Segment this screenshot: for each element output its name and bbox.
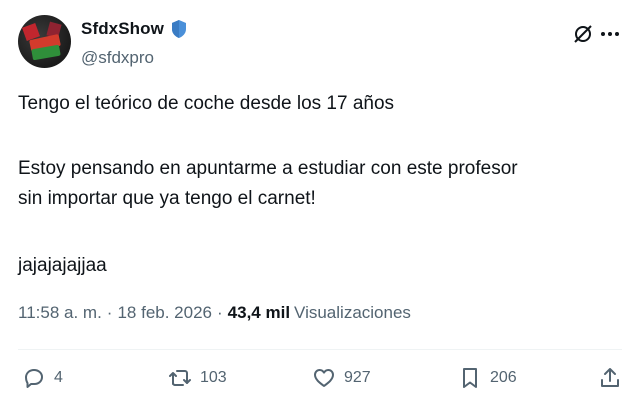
reply-icon (25, 369, 43, 388)
like-button[interactable]: 927 (312, 366, 371, 390)
tweet-paragraph: Tengo el teórico de coche desde los 17 a… (18, 93, 395, 114)
author-display-name[interactable]: SfdxShow (81, 19, 164, 39)
retweet-button[interactable]: 103 (168, 366, 227, 390)
meta-separator: · (217, 303, 223, 322)
tweet-paragraph: Estoy pensando en apuntarme a estudiar c… (18, 158, 518, 179)
tweet-paragraph: jajajajajjaa (18, 255, 107, 276)
meta-separator: · (106, 303, 113, 322)
verified-shield-icon[interactable] (170, 19, 188, 39)
tweet-meta: 11:58 a. m. · 18 feb. 2026 · 43,4 mil Vi… (18, 303, 411, 323)
like-count: 927 (344, 369, 371, 386)
grok-icon[interactable] (572, 23, 594, 45)
bookmark-icon (463, 368, 477, 388)
avatar[interactable] (18, 15, 71, 68)
reply-count: 4 (54, 369, 63, 386)
views-label: Visualizaciones (294, 303, 411, 322)
author-handle[interactable]: @sfdxpro (81, 48, 154, 68)
share-icon (601, 368, 619, 387)
bookmark-count: 206 (490, 369, 517, 386)
tweet-paragraph: sin importar que ya tengo el carnet! (18, 188, 316, 209)
bookmark-button[interactable]: 206 (458, 366, 517, 390)
views-count[interactable]: 43,4 mil (228, 303, 290, 323)
heart-icon (314, 369, 334, 387)
tweet-header: SfdxShow @sfdxpro (18, 15, 622, 71)
author-name-row: SfdxShow (81, 19, 188, 39)
retweet-count: 103 (200, 369, 227, 386)
share-button[interactable] (598, 366, 622, 390)
tweet-date[interactable]: 18 feb. 2026 (117, 303, 212, 323)
divider (18, 349, 622, 350)
tweet-time[interactable]: 11:58 a. m. (18, 303, 102, 323)
retweet-icon (169, 370, 191, 386)
tweet-actions: 4 103 927 206 (18, 366, 622, 396)
more-options-icon[interactable] (598, 23, 622, 45)
reply-button[interactable]: 4 (22, 366, 63, 390)
